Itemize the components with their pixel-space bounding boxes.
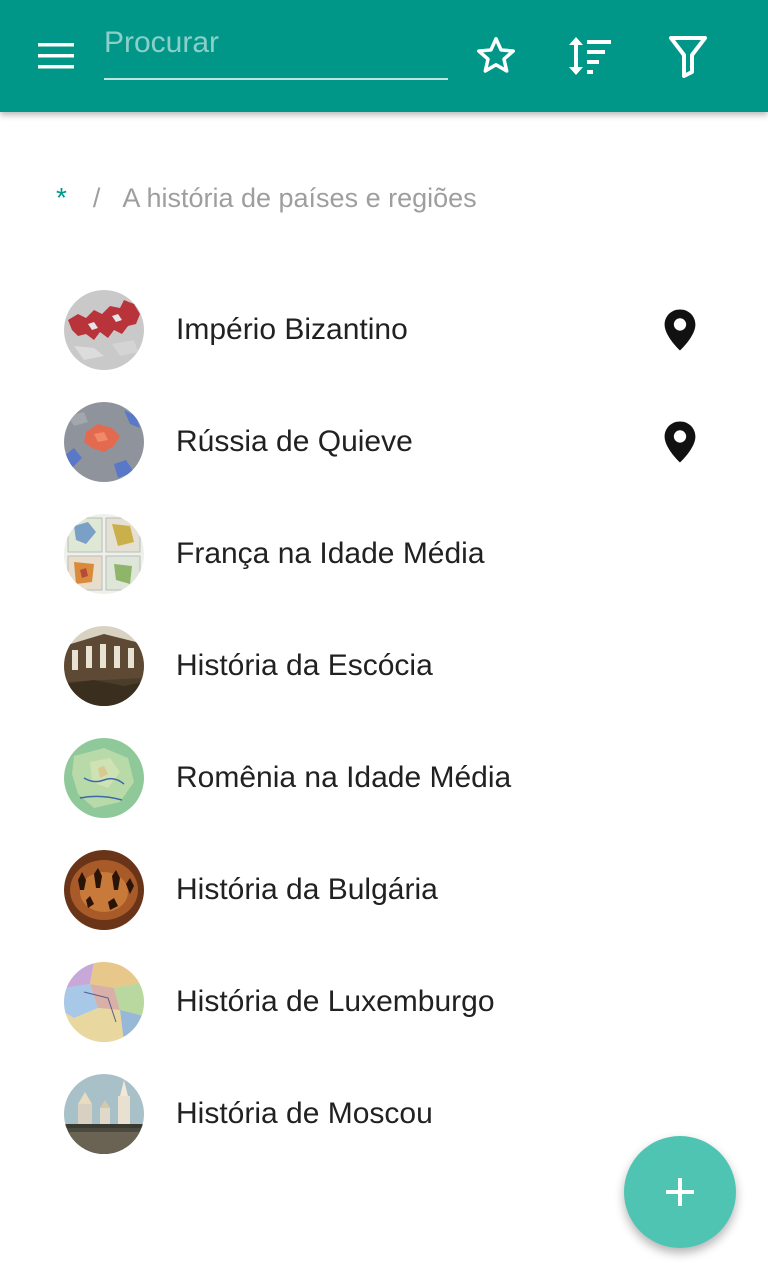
filter-icon — [669, 36, 707, 78]
star-outline-icon — [477, 37, 515, 73]
list-item-label: França na Idade Média — [176, 537, 485, 570]
list-item[interactable]: Império Bizantino — [0, 274, 768, 386]
moscow-cathedral-thumbnail — [64, 1074, 144, 1154]
list-item-label: Rússia de Quieve — [176, 425, 413, 458]
list-item-label: História da Escócia — [176, 649, 433, 682]
location-pin-icon[interactable] — [662, 420, 698, 464]
breadcrumb-separator: / — [92, 182, 101, 213]
scottish-ruins-thumbnail — [64, 626, 144, 706]
list-item[interactable]: Romênia na Idade Média — [0, 722, 768, 834]
filter-button[interactable] — [660, 30, 716, 82]
list-item-label: Império Bizantino — [176, 313, 408, 346]
add-button[interactable] — [624, 1136, 736, 1248]
list-item-label: História de Moscou — [176, 1097, 433, 1130]
sort-button[interactable] — [563, 30, 619, 82]
menu-button[interactable] — [28, 32, 84, 80]
list-item-label: Romênia na Idade Média — [176, 761, 512, 794]
list-item[interactable]: Rússia de Quieve — [0, 386, 768, 498]
list-item[interactable]: História de Luxemburgo — [0, 946, 768, 1058]
breadcrumb: * / A história de países e regiões — [56, 176, 477, 220]
list-item[interactable]: História da Escócia — [0, 610, 768, 722]
byzantine-map-thumbnail — [64, 290, 144, 370]
favorites-button[interactable] — [468, 30, 524, 82]
list-item[interactable]: História da Bulgária — [0, 834, 768, 946]
luxembourg-map-thumbnail — [64, 962, 144, 1042]
kievan-rus-map-thumbnail — [64, 402, 144, 482]
sort-icon — [569, 37, 611, 75]
breadcrumb-root[interactable]: * — [56, 182, 67, 214]
cave-paintings-thumbnail — [64, 850, 144, 930]
app-bar — [0, 0, 768, 112]
menu-icon — [38, 43, 74, 69]
plus-icon — [666, 1178, 694, 1206]
list-item-label: História da Bulgária — [176, 873, 438, 906]
location-pin-icon[interactable] — [662, 308, 698, 352]
list-item-label: História de Luxemburgo — [176, 985, 495, 1018]
romania-relief-map-thumbnail — [64, 738, 144, 818]
breadcrumb-current: A história de países e regiões — [122, 182, 477, 213]
search-input[interactable] — [104, 22, 448, 80]
list-item[interactable]: França na Idade Média — [0, 498, 768, 610]
search-field — [104, 22, 448, 82]
topic-list: Império Bizantino Rússia de Quieve Franç… — [0, 274, 768, 1170]
medieval-france-maps-thumbnail — [64, 514, 144, 594]
